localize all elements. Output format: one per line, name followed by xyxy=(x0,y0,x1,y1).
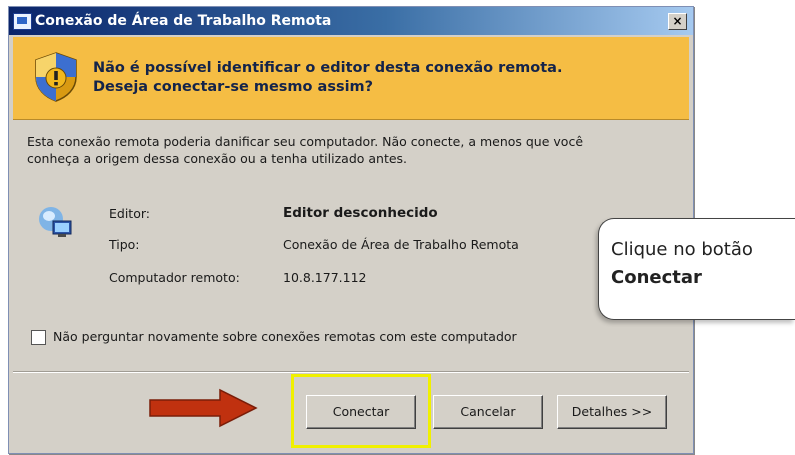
cancel-button[interactable]: Cancelar xyxy=(433,395,543,429)
callout-line-2: Conectar xyxy=(611,267,702,288)
separator xyxy=(13,371,689,373)
title-bar: Conexão de Área de Trabalho Remota × xyxy=(9,7,693,35)
warning-line-1: Não é possível identificar o editor dest… xyxy=(93,60,563,76)
callout-line-1: Clique no botão xyxy=(611,239,753,260)
dont-ask-again-checkbox[interactable] xyxy=(31,330,46,345)
remote-desktop-icon xyxy=(13,13,32,30)
window-title: Conexão de Área de Trabalho Remota xyxy=(35,13,332,29)
close-button[interactable]: × xyxy=(668,13,687,30)
type-value: Conexão de Área de Trabalho Remota xyxy=(283,237,519,252)
remote-computer-value: 10.8.177.112 xyxy=(283,270,367,285)
description-line-1: Esta conexão remota poderia danificar se… xyxy=(27,134,584,149)
instruction-callout: Clique no botão Conectar xyxy=(598,218,795,320)
description-line-2: conheça a origem dessa conexão ou a tenh… xyxy=(27,151,408,166)
highlight-box xyxy=(291,374,431,448)
type-label: Tipo: xyxy=(109,237,140,252)
details-button[interactable]: Detalhes >> xyxy=(557,395,667,429)
editor-label: Editor: xyxy=(109,206,150,221)
description-text: Esta conexão remota poderia danificar se… xyxy=(27,133,667,167)
editor-value: Editor desconhecido xyxy=(283,205,438,221)
shield-warning-icon xyxy=(35,52,77,102)
remote-computer-label: Computador remoto: xyxy=(109,270,240,285)
network-computer-icon xyxy=(39,207,72,237)
right-arrow-icon xyxy=(149,388,258,428)
warning-message: Não é possível identificar o editor dest… xyxy=(93,59,562,97)
warning-banner: Não é possível identificar o editor dest… xyxy=(13,37,689,120)
warning-line-2: Deseja conectar-se mesmo assim? xyxy=(93,79,374,95)
dont-ask-again-label: Não perguntar novamente sobre conexões r… xyxy=(53,329,517,344)
